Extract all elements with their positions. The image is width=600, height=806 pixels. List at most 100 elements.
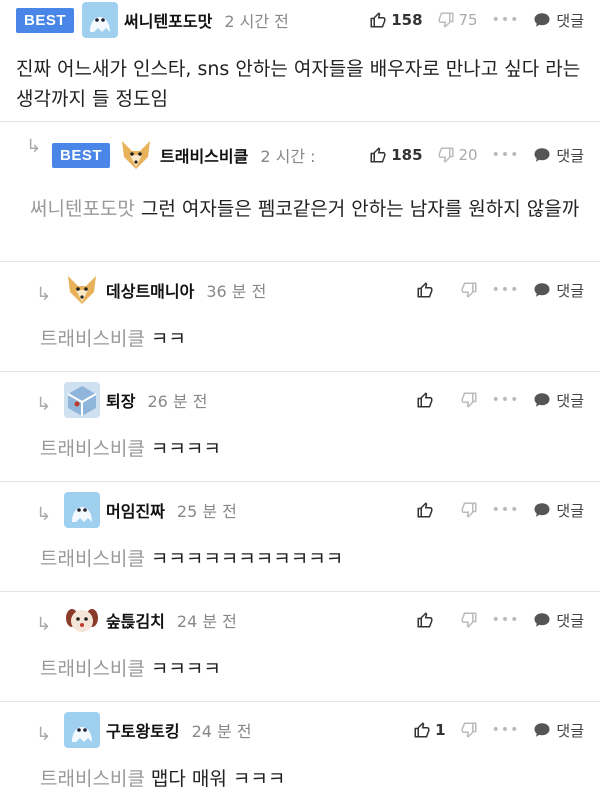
comment-meta: 구토왕토킹 24 분 전 [64,710,252,750]
thumbs-down-icon [461,282,477,298]
dislike-button[interactable] [460,721,478,739]
comment-text: 트래비스비클 ㅋㅋㅋㅋ [40,654,580,684]
avatar[interactable] [64,272,100,308]
comment-meta: BEST 써니텐포도맛 2 시간 전 [16,0,289,40]
like-button[interactable]: 1 [413,721,446,739]
more-menu-icon[interactable]: ••• [492,612,520,628]
timestamp: 24 분 전 [191,722,252,741]
reply-button[interactable]: 댓글 [533,10,584,31]
author-name[interactable]: 써니텐포도맛 [124,8,212,32]
dislike-button[interactable] [460,611,478,629]
like-count: 1 [435,721,446,739]
puppy-avatar-icon [64,602,100,638]
comment-text: 써니텐포도맛 그런 여자들은 펨코같은거 안하는 남자를 원하지 않을까 [30,194,582,224]
comment-text-content: ㅋㅋㅋㅋ [150,438,221,460]
like-button[interactable] [416,281,446,299]
mention-name[interactable]: 트래비스비클 [40,438,145,460]
speech-bubble-icon [534,283,550,297]
ghost-avatar-icon [82,2,119,38]
reply-button[interactable]: 댓글 [533,720,584,741]
mention-name[interactable]: 트래비스비클 [40,328,145,350]
comment-text-content: ㅋㅋㅋㅋㅋㅋㅋㅋㅋㅋㅋ [150,548,344,570]
comment-meta: 머임진짜 25 분 전 [64,490,237,530]
more-menu-icon[interactable]: ••• [492,282,520,298]
mention-name[interactable]: 써니텐포도맛 [30,198,135,220]
mention-name[interactable]: 트래비스비클 [40,658,145,680]
speech-bubble-icon [534,148,550,162]
dislike-count: 20 [458,146,478,164]
reply-arrow-icon: ↳ [36,724,52,745]
timestamp: 2 시간 : [260,147,316,166]
reply-button[interactable]: 댓글 [533,145,584,166]
thumbs-up-icon [370,147,386,163]
author-name[interactable]: 머임진짜 [106,498,165,522]
comment-text: 진짜 어느새가 인스타, sns 안하는 여자들을 배우자로 만나고 싶다 라는… [16,58,581,110]
dislike-button[interactable] [460,391,478,409]
like-count: 185 [391,146,423,164]
mention-name[interactable]: 트래비스비클 [40,768,145,790]
comment-item: BEST 써니텐포도맛 2 시간 전 158 75 ••• 댓글 진짜 어느새가… [0,0,600,122]
avatar[interactable] [82,2,119,38]
author-name[interactable]: 숲튽김치 [106,608,165,632]
like-button[interactable]: 158 [369,11,423,29]
speech-bubble-icon [534,393,550,407]
comment-meta: 데상트매니아 36 분 전 [64,270,266,310]
comment-meta: 숲튽김치 24 분 전 [64,600,237,640]
dislike-button[interactable]: 20 [437,146,478,164]
reply-item: ↳ 머임진짜 25 분 전 ••• 댓글 트래비스비클 ㅋㅋㅋㅋㅋㅋㅋㅋㅋㅋㅋ [0,482,600,592]
comment-actions: 1 ••• 댓글 [399,710,584,750]
like-button[interactable]: 185 [369,146,423,164]
ghost-avatar-icon [64,712,100,748]
avatar[interactable] [64,492,100,528]
reply-label: 댓글 [556,501,584,520]
more-menu-icon[interactable]: ••• [492,12,520,28]
more-menu-icon[interactable]: ••• [492,392,520,408]
like-button[interactable] [416,611,446,629]
reply-button[interactable]: 댓글 [533,610,584,631]
author-name[interactable]: 구토왕토킹 [106,718,180,742]
mention-name[interactable]: 트래비스비클 [40,548,145,570]
comment-text-content: 맵다 매워 ㅋㅋㅋ [150,768,286,790]
comment-text: 트래비스비클 ㅋㅋ [40,324,580,354]
reply-button[interactable]: 댓글 [533,280,584,301]
speech-bubble-icon [534,723,550,737]
comment-actions: ••• 댓글 [402,490,584,530]
reply-label: 댓글 [556,11,584,30]
reply-button[interactable]: 댓글 [533,390,584,411]
reply-item: ↳ 퇴장 26 분 전 ••• 댓글 트래비스비클 ㅋㅋㅋㅋ [0,372,600,482]
speech-bubble-icon [534,13,550,27]
comment-actions: 158 75 ••• 댓글 [355,0,584,40]
reply-arrow-icon: ↳ [36,614,52,635]
reply-button[interactable]: 댓글 [533,500,584,521]
comment-text: 트래비스비클 ㅋㅋㅋㅋ [40,434,580,464]
thumbs-up-icon [417,282,433,298]
reply-label: 댓글 [556,391,584,410]
reply-item: ↳ 데상트매니아 36 분 전 ••• 댓글 트래비스비클 ㅋㅋ [0,262,600,372]
author-name[interactable]: 트래비스비클 [160,143,248,167]
dislike-button[interactable]: 75 [437,11,478,29]
like-button[interactable] [416,501,446,519]
ghost-avatar-icon [64,492,100,528]
comment-text: 트래비스비클 ㅋㅋㅋㅋㅋㅋㅋㅋㅋㅋㅋ [40,544,580,574]
avatar[interactable] [64,602,100,638]
comment-text-content: 그런 여자들은 펨코같은거 안하는 남자를 원하지 않을까 [140,198,580,220]
more-menu-icon[interactable]: ••• [492,147,520,163]
dislike-button[interactable] [460,281,478,299]
author-name[interactable]: 퇴장 [106,388,135,412]
like-button[interactable] [416,391,446,409]
reply-arrow-icon: ↳ [36,504,52,525]
comment-text: 트래비스비클 맵다 매워 ㅋㅋㅋ [40,764,580,794]
avatar[interactable] [64,712,100,748]
dislike-button[interactable] [460,501,478,519]
avatar[interactable] [64,382,100,418]
more-menu-icon[interactable]: ••• [492,502,520,518]
speech-bubble-icon [534,503,550,517]
reply-label: 댓글 [556,611,584,630]
dog-avatar-icon [118,137,155,173]
author-name[interactable]: 데상트매니아 [106,278,194,302]
more-menu-icon[interactable]: ••• [492,722,520,738]
thumbs-down-icon [461,502,477,518]
reply-label: 댓글 [556,146,584,165]
thumbs-down-icon [461,612,477,628]
avatar[interactable] [118,137,155,173]
